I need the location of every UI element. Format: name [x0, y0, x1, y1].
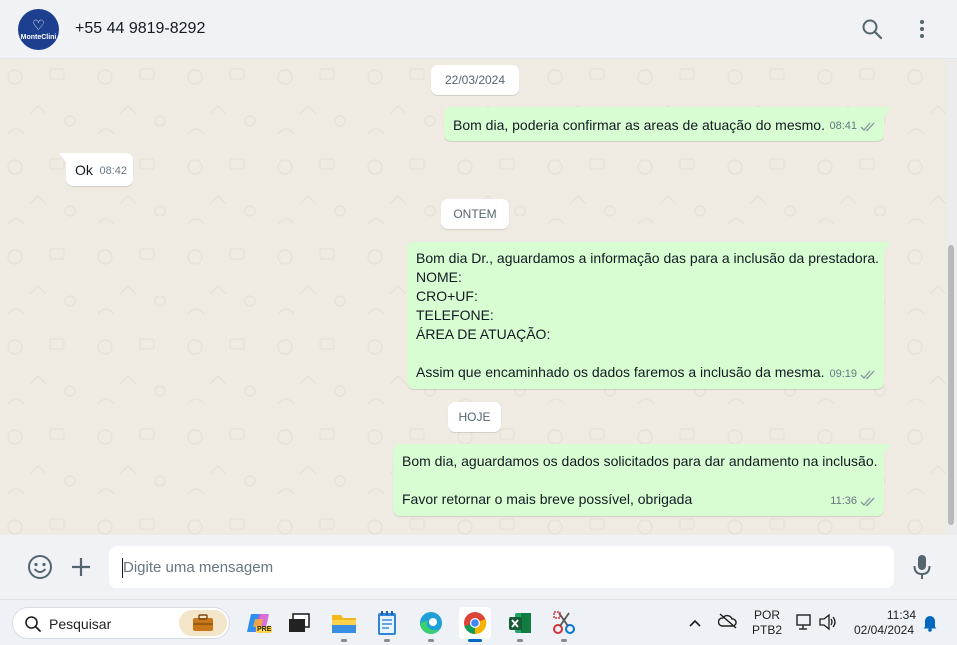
whatsapp-window: ♡ MonteClini +55 44 9819-8292 22/03/2024…: [0, 0, 957, 645]
running-indicator: [428, 639, 434, 642]
snipping-tool-icon[interactable]: [548, 607, 580, 642]
briefcase-widget-icon[interactable]: [179, 610, 227, 636]
language-bottom: PTB2: [751, 623, 782, 637]
search-label: Pesquisar: [49, 616, 112, 632]
message-text: Ok: [75, 162, 93, 178]
chat-scrollbar-thumb[interactable]: [948, 245, 954, 525]
running-indicator: [517, 639, 523, 642]
search-icon: [25, 616, 41, 632]
avatar[interactable]: ♡ MonteClini: [18, 9, 59, 50]
bubble-tail: [883, 107, 891, 118]
menu-dots-icon[interactable]: [909, 16, 935, 42]
message-time: 08:41: [829, 120, 857, 132]
date-separator: ONTEM: [441, 199, 509, 229]
message-bubble-outgoing[interactable]: Bom dia, aguardamos os dados solicitados…: [393, 444, 891, 516]
copilot-pre-icon[interactable]: PRE: [242, 607, 274, 639]
bubble-tail: [59, 153, 67, 164]
double-check-icon: [860, 370, 875, 379]
bubble-tail: [883, 242, 891, 253]
message-bubble-outgoing[interactable]: Bom dia Dr., aguardamos a informação das…: [407, 242, 891, 389]
message-meta: 08:41: [829, 117, 876, 136]
file-explorer-icon[interactable]: [328, 607, 360, 642]
running-indicator: [384, 639, 390, 642]
taskbar-search[interactable]: Pesquisar: [12, 607, 230, 639]
clock-date: 02/04/2024: [853, 623, 915, 637]
language-indicator[interactable]: POR PTB2: [750, 608, 784, 638]
search-icon[interactable]: [859, 16, 885, 42]
message-composer: [0, 535, 957, 599]
clock[interactable]: 11:34 02/04/2024: [846, 608, 922, 638]
network-icon[interactable]: [795, 613, 813, 636]
task-view-icon[interactable]: [283, 607, 315, 639]
message-time: 09:19: [829, 368, 857, 380]
avatar-brand-text: MonteClini: [20, 33, 57, 41]
date-separator: 22/03/2024: [431, 65, 519, 95]
excel-icon[interactable]: [504, 607, 536, 642]
message-input[interactable]: [109, 546, 894, 588]
running-indicator: [341, 639, 347, 642]
message-text: Bom dia Dr., aguardamos a informação das…: [416, 250, 880, 380]
onedrive-offline-icon[interactable]: [717, 613, 738, 634]
contact-name[interactable]: +55 44 9819-8292: [75, 20, 205, 38]
running-indicator: [561, 639, 567, 642]
chevron-up-icon[interactable]: [688, 615, 702, 633]
tooth-logo-icon: ♡: [32, 17, 45, 34]
double-check-icon: [860, 497, 875, 506]
notification-bell-icon[interactable]: [922, 614, 938, 637]
language-top: POR: [753, 608, 780, 622]
double-check-icon: [860, 122, 875, 131]
message-meta: 09:19: [829, 365, 876, 384]
text-caret: [122, 558, 123, 578]
message-time: 08:42: [99, 165, 127, 177]
chat-header[interactable]: ♡ MonteClini +55 44 9819-8292: [0, 0, 957, 59]
emoji-icon[interactable]: [26, 553, 54, 581]
clock-time: 11:34: [886, 608, 916, 622]
chrome-icon[interactable]: [459, 607, 491, 642]
volume-icon[interactable]: [818, 613, 838, 636]
message-bubble-incoming[interactable]: Ok 08:42: [59, 153, 133, 186]
message-meta: 08:42: [99, 162, 127, 181]
message-text: Bom dia, aguardamos os dados solicitados…: [402, 453, 878, 507]
message-bubble-outgoing[interactable]: Bom dia, poderia confirmar as areas de a…: [444, 107, 891, 141]
notepad-icon[interactable]: [371, 607, 403, 642]
running-indicator: [468, 639, 482, 642]
message-time: 11:36: [830, 495, 857, 507]
date-separator: HOJE: [448, 402, 501, 432]
plus-icon[interactable]: [67, 553, 95, 581]
windows-taskbar: Pesquisar PRE POR PTB2 11:34 02/04/2024: [0, 599, 957, 645]
message-text: Bom dia, poderia confirmar as areas de a…: [453, 117, 825, 133]
edge-icon[interactable]: [415, 607, 447, 642]
microphone-icon[interactable]: [908, 553, 936, 581]
message-meta: 11:36: [830, 492, 876, 511]
copilot-badge: PRE: [256, 626, 273, 633]
bubble-tail: [883, 444, 891, 455]
